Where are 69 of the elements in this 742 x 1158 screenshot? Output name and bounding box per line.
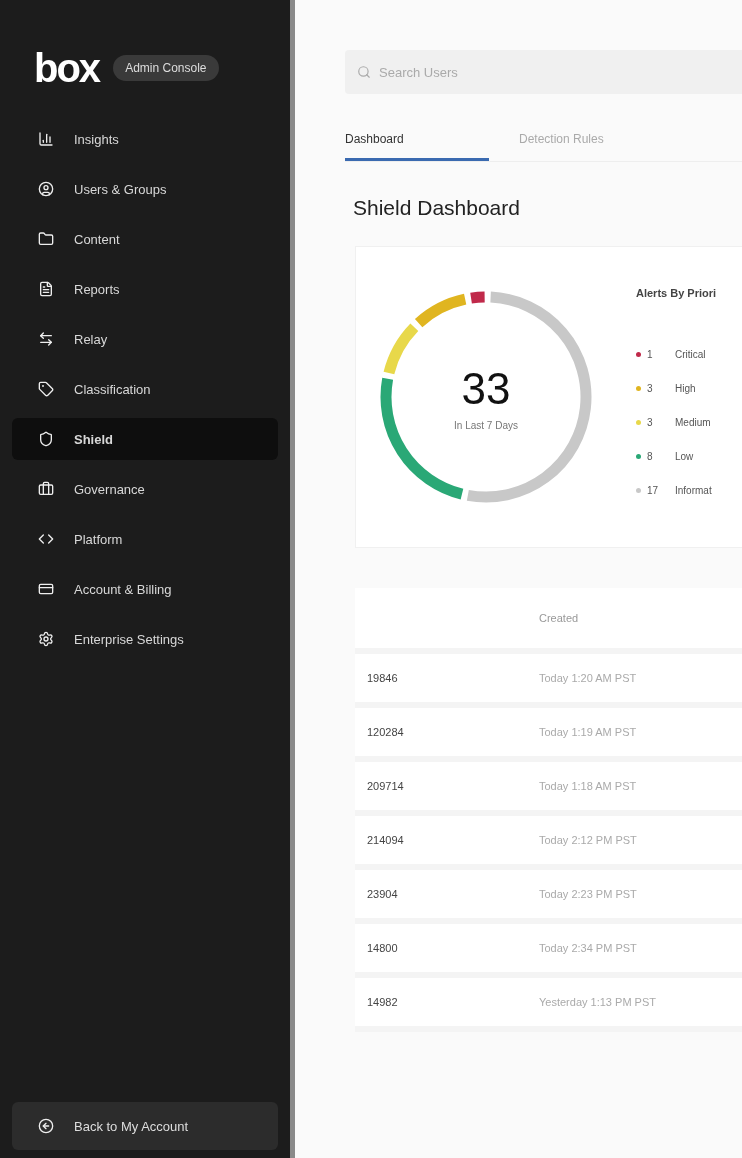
table-cell-text: 120284 <box>366 726 405 738</box>
sidebar-item-label: Account & Billing <box>74 581 172 597</box>
sidebar-item[interactable]: Account & Billing <box>12 568 278 610</box>
logo: box <box>34 48 100 88</box>
settings-icon <box>38 631 54 647</box>
table-cell-text: 19846 <box>366 672 399 684</box>
legend-label: Medium <box>675 416 711 428</box>
table-cell-text: 14800 <box>366 942 399 954</box>
sidebar-item-label: Governance <box>74 481 145 497</box>
sidebar-item[interactable]: Enterprise Settings <box>12 618 278 660</box>
back-button[interactable]: Back to My Account <box>12 1102 278 1150</box>
console-badge: Admin Console <box>113 55 219 81</box>
sidebar-item-label: Relay <box>74 331 108 347</box>
table-cell-text: Today 2:12 PM PST <box>538 834 638 846</box>
table-cell-text: Yesterday 1:13 PM PST <box>538 996 657 1008</box>
table-cell-text: Today 1:19 AM PST <box>538 726 638 738</box>
legend-label: Low <box>675 450 694 462</box>
legend-count: 1 <box>647 348 654 360</box>
briefcase-icon <box>38 481 54 497</box>
shield-icon <box>38 431 54 447</box>
sidebar-item-label: Content <box>74 231 120 247</box>
legend-label: Informat <box>675 484 712 496</box>
search-field[interactable]: Search Users <box>345 50 742 94</box>
sidebar-item-label: Platform <box>74 531 123 547</box>
table-cell-text: Today 1:18 AM PST <box>538 780 638 792</box>
tab[interactable]: Dashboard <box>345 120 489 161</box>
folder-icon <box>38 231 54 247</box>
table-cell-text: 23904 <box>366 888 399 900</box>
code-icon <box>38 531 54 547</box>
sidebar-item[interactable]: Governance <box>12 468 278 510</box>
document-icon <box>38 281 54 297</box>
table-cell-text: 14982 <box>366 996 399 1008</box>
card-icon <box>38 581 54 597</box>
arrows-icon <box>38 331 54 347</box>
bar-chart-icon <box>38 131 54 147</box>
table-cell-text: Today 2:23 PM PST <box>538 888 638 900</box>
sidebar-item-label: Shield <box>74 431 113 447</box>
sidebar-item-label: Classification <box>74 381 151 397</box>
sidebar-item[interactable]: Relay <box>12 318 278 360</box>
total-caption: In Last 7 Days <box>454 419 518 431</box>
legend-count: 3 <box>647 382 654 394</box>
sidebar-item-label: Insights <box>74 131 119 147</box>
legend-count: 17 <box>647 484 660 496</box>
search-icon <box>357 65 371 79</box>
total-count: 33 <box>461 363 511 414</box>
sidebar-item[interactable]: Reports <box>12 268 278 310</box>
tag-icon <box>38 381 54 397</box>
table-cell-text: 214094 <box>366 834 405 846</box>
legend-label: Critical <box>675 348 706 360</box>
table-cell-text: Today 1:20 AM PST <box>538 672 638 684</box>
legend-title: Alerts By Priori <box>636 287 717 299</box>
table-cell-text: Today 2:34 PM PST <box>538 942 638 954</box>
sidebar-item[interactable]: Classification <box>12 368 278 410</box>
back-icon <box>38 1118 54 1134</box>
sidebar-item[interactable]: Insights <box>12 118 278 160</box>
legend-count: 3 <box>647 416 654 428</box>
legend-label: High <box>675 382 696 394</box>
user-icon <box>38 181 54 197</box>
sidebar-item-label: Users & Groups <box>74 181 167 197</box>
column-header: Created <box>538 612 580 624</box>
sidebar-item[interactable]: Shield <box>12 418 278 460</box>
table-cell-text: 209714 <box>366 780 405 792</box>
sidebar-item[interactable]: Content <box>12 218 278 260</box>
sidebar-item[interactable]: Platform <box>12 518 278 560</box>
sidebar-item[interactable]: Users & Groups <box>12 168 278 210</box>
legend-count: 8 <box>647 450 654 462</box>
sidebar-item-label: Enterprise Settings <box>74 631 184 647</box>
page-title: Shield Dashboard <box>353 196 521 220</box>
sidebar-item-label: Reports <box>74 281 120 297</box>
